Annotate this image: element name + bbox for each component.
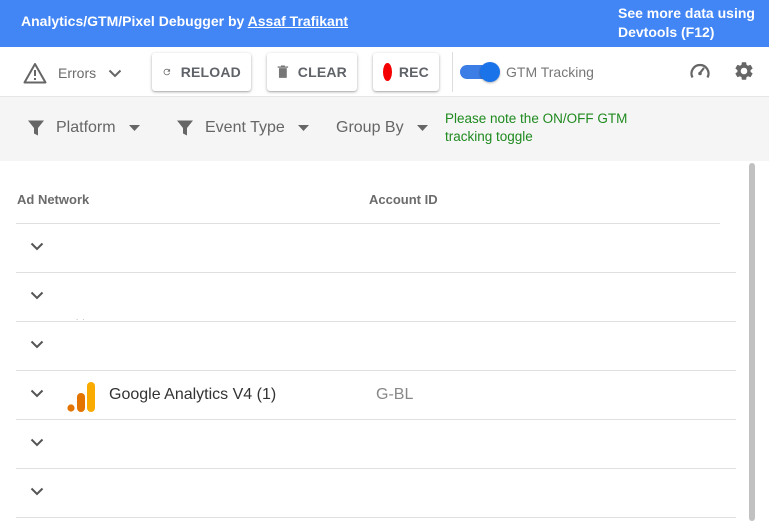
column-header-account-id[interactable]: Account ID	[369, 192, 438, 207]
caret-down-icon	[416, 125, 428, 131]
platform-filter-label: Platform	[56, 119, 116, 136]
filter-icon	[28, 120, 44, 136]
filter-icon	[177, 120, 193, 136]
chevron-down-icon[interactable]	[30, 487, 44, 496]
app-header: Analytics/GTM/Pixel Debugger by Assaf Tr…	[0, 0, 769, 47]
event-type-filter[interactable]: Event Type	[176, 119, 309, 137]
gear-icon	[735, 62, 753, 80]
results-table: Ad Network Account ID . . Google Analyti…	[0, 161, 769, 523]
devtools-note: See more data using Devtools (F12)	[618, 5, 755, 40]
row-account: G-BL	[376, 386, 414, 403]
refresh-icon	[163, 68, 171, 76]
toggle-knob[interactable]	[480, 62, 500, 82]
trash-icon	[277, 65, 289, 78]
filter-bar: Platform Event Type Group By Please note…	[0, 97, 769, 161]
table-row[interactable]	[16, 322, 736, 371]
toolbar: Errors RELOAD CLEAR REC GTM Tracking	[0, 47, 769, 97]
toggle-track[interactable]	[460, 62, 500, 82]
errors-label: Errors	[58, 65, 97, 81]
chevron-down-icon	[108, 69, 122, 77]
clear-button[interactable]: CLEAR	[267, 53, 357, 91]
column-header-ad-network[interactable]: Ad Network	[17, 192, 89, 207]
platform-filter[interactable]: Platform	[27, 119, 140, 137]
row-partial-text: . .	[76, 313, 86, 322]
speed-gauge-button[interactable]	[689, 61, 711, 83]
reload-button[interactable]: RELOAD	[152, 53, 251, 91]
gtm-tracking-label: GTM Tracking	[506, 64, 594, 80]
group-by-filter-label: Group By	[336, 119, 404, 136]
gtm-toggle-note: Please note the ON/OFF GTM tracking togg…	[445, 111, 628, 144]
settings-button[interactable]	[733, 60, 755, 82]
row-name: Google Analytics V4 (1)	[109, 386, 277, 403]
table-row[interactable]: . .	[16, 273, 736, 322]
errors-dropdown[interactable]: Errors	[23, 61, 122, 85]
table-row[interactable]	[16, 224, 736, 273]
chevron-down-icon[interactable]	[30, 389, 44, 398]
event-type-filter-label: Event Type	[205, 119, 285, 136]
warning-icon	[23, 63, 47, 84]
chevron-down-icon[interactable]	[30, 291, 44, 300]
rec-label: REC	[398, 64, 429, 80]
chevron-down-icon[interactable]	[30, 340, 44, 349]
table-header: Ad Network Account ID	[0, 161, 740, 225]
table-row[interactable]: Google Analytics V4 (1) G-BL	[16, 371, 736, 420]
gtm-tracking-toggle[interactable]: GTM Tracking	[460, 61, 594, 83]
author-link[interactable]: Assaf Trafikant	[248, 13, 348, 29]
app-title: Analytics/GTM/Pixel Debugger by Assaf Tr…	[21, 13, 348, 29]
toolbar-divider	[452, 52, 453, 92]
table-row[interactable]	[16, 420, 736, 469]
chevron-down-icon[interactable]	[30, 438, 44, 447]
google-analytics-icon	[67, 382, 95, 412]
table-row[interactable]	[16, 469, 736, 518]
caret-down-icon	[128, 125, 140, 131]
group-by-filter[interactable]: Group By	[336, 119, 428, 137]
caret-down-icon	[297, 125, 309, 131]
reload-label: RELOAD	[180, 64, 241, 80]
table-body: . . Google Analytics V4 (1) G-BL	[16, 224, 736, 518]
app-title-text: Analytics/GTM/Pixel Debugger by	[21, 13, 248, 29]
speedometer-icon	[690, 63, 710, 79]
chevron-down-icon[interactable]	[30, 242, 44, 251]
rec-button[interactable]: REC	[373, 53, 439, 91]
scrollbar-thumb[interactable]	[749, 163, 755, 521]
record-dot-icon	[383, 63, 392, 81]
clear-label: CLEAR	[297, 64, 347, 80]
